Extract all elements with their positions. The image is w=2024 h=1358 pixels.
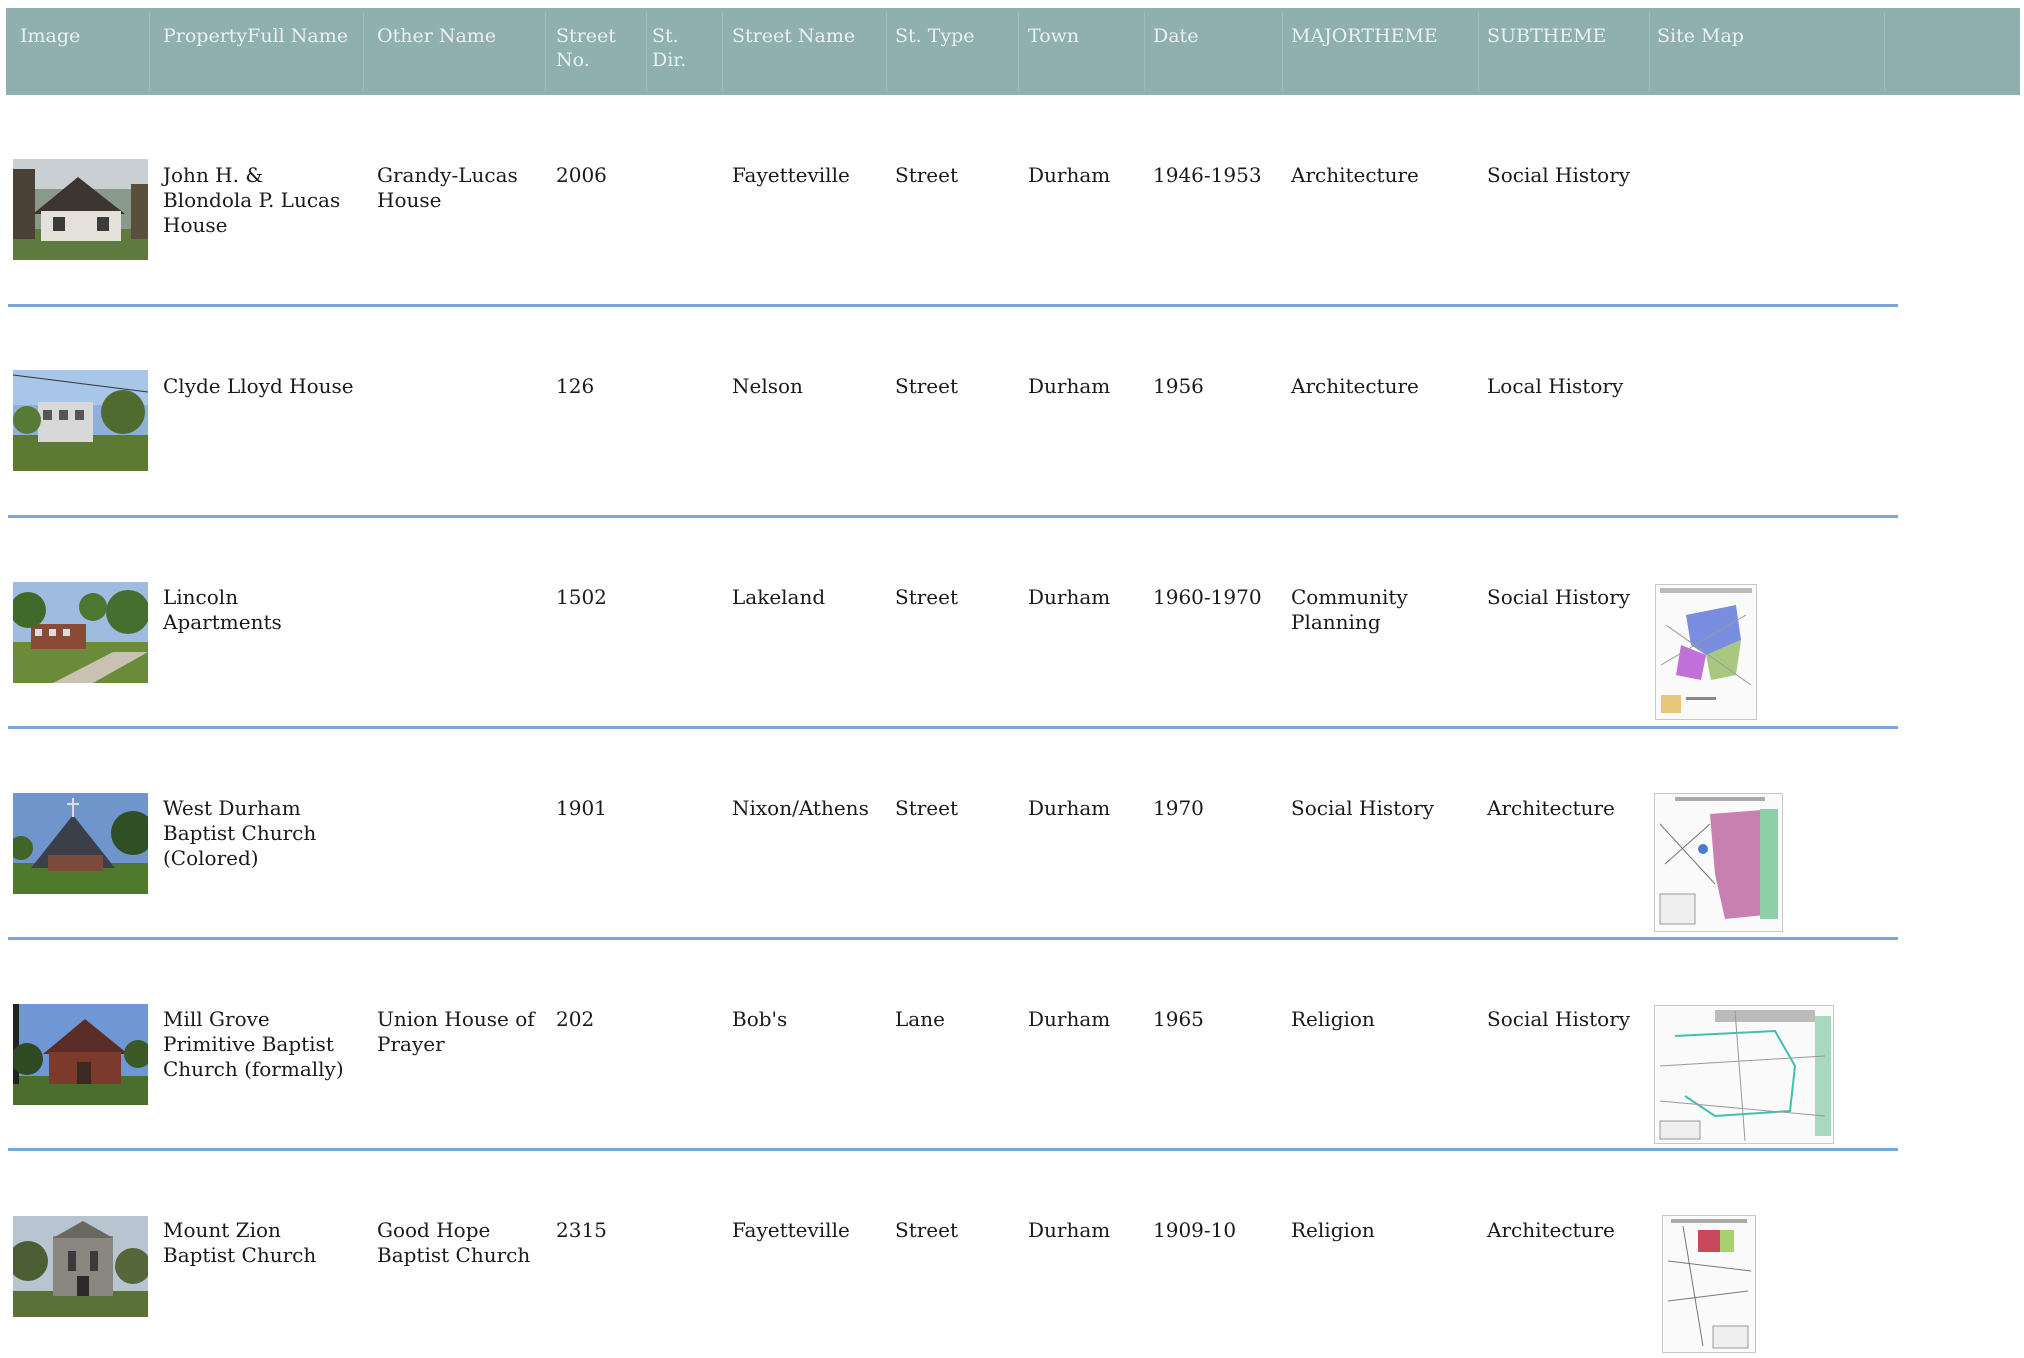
- major-theme: Community Planning: [1291, 585, 1408, 634]
- property-name: Clyde Lloyd House: [163, 374, 354, 398]
- header-divider: [1144, 12, 1145, 91]
- major-theme: Social History: [1291, 796, 1435, 820]
- street-type: Street: [895, 796, 959, 820]
- date: 1960-1970: [1153, 585, 1262, 609]
- table-row: Clyde Lloyd House 126 Nelson Street Durh…: [0, 307, 1900, 518]
- header-divider: [1282, 12, 1283, 91]
- property-photo[interactable]: [13, 1004, 148, 1105]
- street-name: Nixon/Athens: [732, 796, 869, 820]
- table-header: Image PropertyFull Name Other Name Stree…: [6, 8, 2020, 95]
- sub-theme: Local History: [1487, 374, 1624, 398]
- date: 1909-10: [1153, 1218, 1237, 1242]
- property-name: Mill Grove Primitive Baptist Church (for…: [163, 1007, 344, 1081]
- header-divider: [1018, 12, 1019, 91]
- other-name: Good Hope Baptist Church: [377, 1218, 531, 1267]
- table-row: John H. & Blondola P. Lucas House Grandy…: [0, 95, 1900, 306]
- header-divider: [886, 12, 887, 91]
- street-name: Fayetteville: [732, 1218, 850, 1242]
- header-divider: [149, 12, 150, 91]
- column-header-image: Image: [20, 25, 81, 47]
- date: 1970: [1153, 796, 1204, 820]
- property-name: Mount Zion Baptist Church: [163, 1218, 317, 1267]
- major-theme: Architecture: [1291, 163, 1419, 187]
- site-map-image[interactable]: [1654, 793, 1783, 932]
- town: Durham: [1028, 1007, 1111, 1031]
- town: Durham: [1028, 585, 1111, 609]
- column-header-street-no: StreetNo.: [556, 25, 616, 71]
- property-photo[interactable]: [13, 1216, 148, 1317]
- street-number: 2006: [556, 163, 607, 187]
- header-divider: [545, 12, 546, 91]
- table-row: Mount Zion Baptist Church Good Hope Bapt…: [0, 1151, 1900, 1358]
- street-type: Street: [895, 585, 959, 609]
- street-name: Lakeland: [732, 585, 826, 609]
- header-divider: [722, 12, 723, 91]
- table-row: West Durham Baptist Church (Colored) 190…: [0, 729, 1900, 940]
- street-type: Street: [895, 1218, 959, 1242]
- town: Durham: [1028, 374, 1111, 398]
- town: Durham: [1028, 163, 1111, 187]
- town: Durham: [1028, 1218, 1111, 1242]
- property-photo[interactable]: [13, 159, 148, 260]
- table-row: Mill Grove Primitive Baptist Church (for…: [0, 940, 1900, 1151]
- property-table: Image PropertyFull Name Other Name Stree…: [0, 0, 2024, 1358]
- header-divider: [646, 12, 647, 91]
- site-map-image[interactable]: [1654, 1005, 1834, 1144]
- column-header-site-map: Site Map: [1657, 25, 1744, 47]
- date: 1946-1953: [1153, 163, 1262, 187]
- street-number: 1502: [556, 585, 607, 609]
- sub-theme: Architecture: [1487, 796, 1615, 820]
- table-row: Lincoln Apartments 1502 Lakeland Street …: [0, 518, 1900, 729]
- street-name: Fayetteville: [732, 163, 850, 187]
- header-divider: [1478, 12, 1479, 91]
- column-header-subtheme: SUBTHEME: [1487, 25, 1607, 47]
- sub-theme: Social History: [1487, 1007, 1631, 1031]
- site-map-image[interactable]: [1655, 584, 1757, 720]
- header-divider: [363, 12, 364, 91]
- column-header-st-dir: St. Dir.: [652, 25, 687, 71]
- column-header-property-full-name: PropertyFull Name: [163, 25, 348, 47]
- sub-theme: Social History: [1487, 163, 1631, 187]
- other-name: Union House of Prayer: [377, 1007, 535, 1056]
- column-header-date: Date: [1153, 25, 1199, 47]
- street-number: 1901: [556, 796, 607, 820]
- major-theme: Architecture: [1291, 374, 1419, 398]
- date: 1956: [1153, 374, 1204, 398]
- column-header-town: Town: [1028, 25, 1080, 47]
- column-header-majortheme: MAJORTHEME: [1291, 25, 1438, 47]
- street-number: 202: [556, 1007, 595, 1031]
- street-number: 2315: [556, 1218, 607, 1242]
- property-photo[interactable]: [13, 370, 148, 471]
- date: 1965: [1153, 1007, 1204, 1031]
- other-name: Grandy-Lucas House: [377, 163, 518, 212]
- column-header-street-name: Street Name: [732, 25, 856, 47]
- site-map-image[interactable]: [1662, 1215, 1756, 1353]
- town: Durham: [1028, 796, 1111, 820]
- property-name: West Durham Baptist Church (Colored): [163, 796, 317, 870]
- major-theme: Religion: [1291, 1218, 1375, 1242]
- header-divider: [1649, 12, 1650, 91]
- street-type: Lane: [895, 1007, 945, 1031]
- property-name: John H. & Blondola P. Lucas House: [163, 163, 341, 237]
- major-theme: Religion: [1291, 1007, 1375, 1031]
- street-type: Street: [895, 374, 959, 398]
- street-name: Nelson: [732, 374, 803, 398]
- column-header-other-name: Other Name: [377, 25, 497, 47]
- header-divider: [1884, 12, 1885, 91]
- sub-theme: Architecture: [1487, 1218, 1615, 1242]
- sub-theme: Social History: [1487, 585, 1631, 609]
- street-type: Street: [895, 163, 959, 187]
- property-photo[interactable]: [13, 793, 148, 894]
- street-name: Bob's: [732, 1007, 788, 1031]
- street-number: 126: [556, 374, 595, 398]
- column-header-st-type: St. Type: [895, 25, 975, 47]
- property-photo[interactable]: [13, 582, 148, 683]
- property-name: Lincoln Apartments: [163, 585, 282, 634]
